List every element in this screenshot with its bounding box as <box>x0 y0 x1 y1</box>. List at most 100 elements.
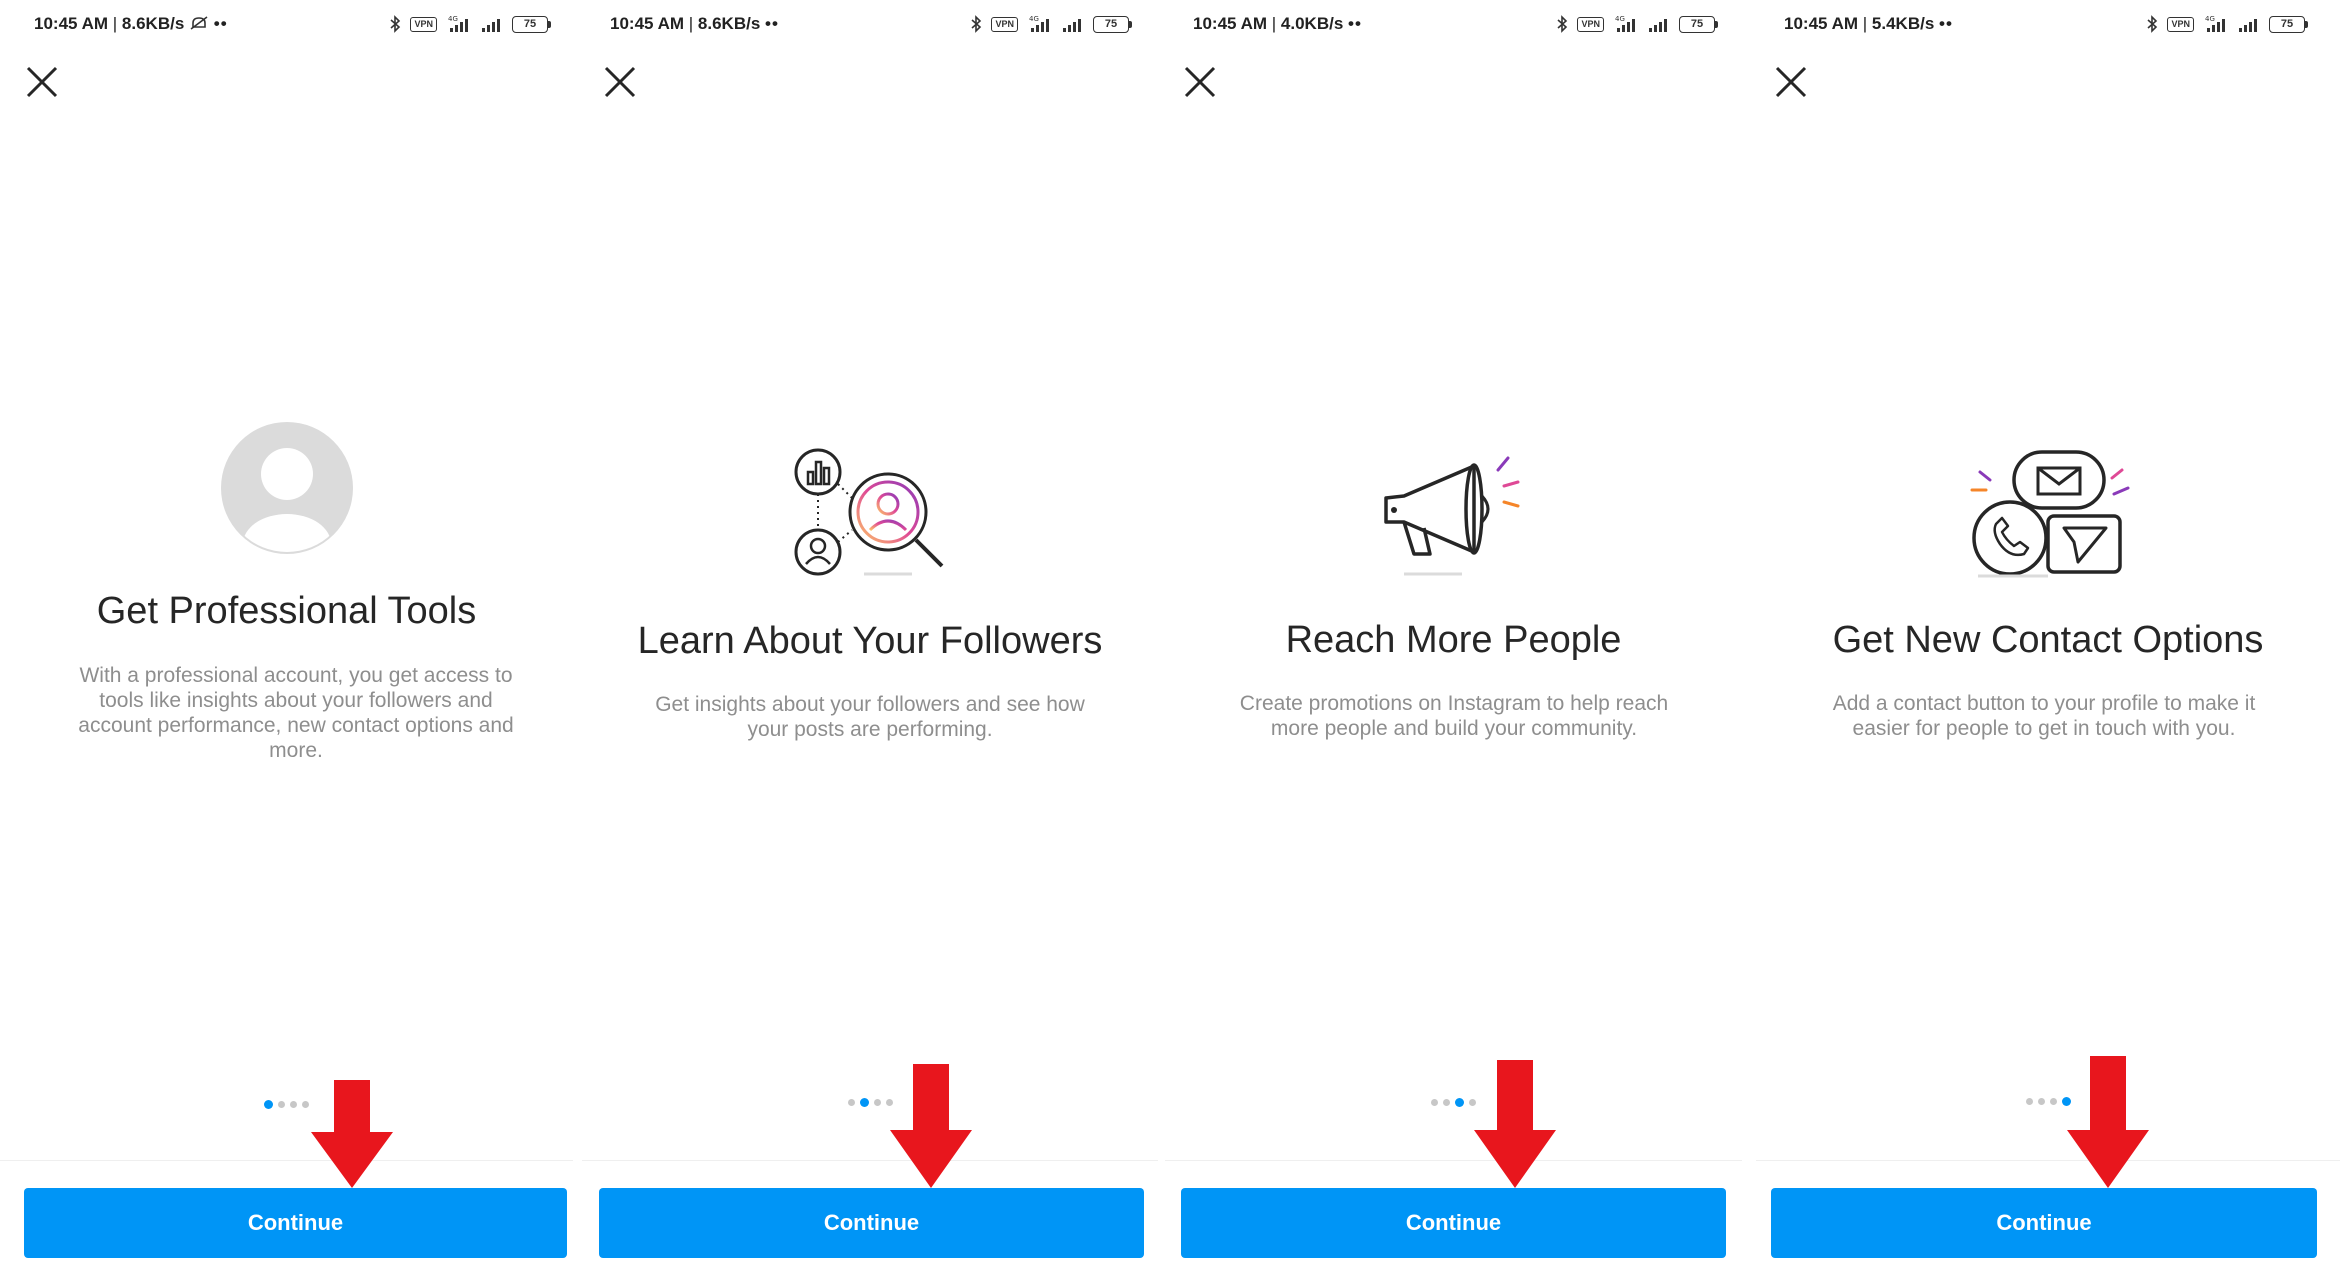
signal-4g-icon: 4G <box>1029 15 1049 32</box>
page-description: Add a contact button to your profile to … <box>1832 692 2256 740</box>
divider <box>1756 1160 2340 1161</box>
more-notifications-icon: •• <box>765 14 779 33</box>
status-time: 10:45 AM <box>1784 14 1859 33</box>
status-time: 10:45 AM <box>34 14 109 33</box>
bluetooth-icon <box>390 15 401 33</box>
svg-text:4G: 4G <box>1029 15 1039 23</box>
page-dot-active <box>1455 1098 1464 1107</box>
page-description: With a professional account, you get acc… <box>78 664 514 762</box>
contact-options-icon <box>1970 450 2130 578</box>
status-bar: 10:45 AM | 4.0KB/s •• VPN 4G 75 <box>1165 12 1742 38</box>
battery-level: 75 <box>1093 15 1129 33</box>
page-dot <box>1443 1099 1450 1106</box>
annotation-arrow-icon <box>890 1064 972 1188</box>
annotation-arrow-icon <box>311 1080 393 1188</box>
page-title: Learn About Your Followers <box>637 620 1103 662</box>
vpn-icon: VPN <box>410 16 437 32</box>
followers-insights-icon <box>794 448 944 576</box>
network-speed: 8.6KB/s <box>697 14 761 33</box>
battery-icon: 75 <box>512 15 551 33</box>
continue-button[interactable]: Continue <box>1181 1188 1726 1258</box>
page-dot <box>873 1099 881 1106</box>
status-time: 10:45 AM <box>610 14 685 33</box>
page-description: Get insights about your followers and se… <box>655 693 1085 741</box>
signal-4g-icon: 4G <box>1615 15 1635 32</box>
signal-icon <box>1063 19 1081 32</box>
battery-level: 75 <box>1679 15 1715 33</box>
hero-illustration <box>1756 446 2340 582</box>
status-bar: 10:45 AM | 8.6KB/s •• VPN 4G 75 <box>582 12 1158 38</box>
battery-level: 75 <box>512 15 548 33</box>
divider <box>582 1160 1158 1161</box>
status-bar: 10:45 AM | 8.6KB/s •• VPN 4G 75 <box>0 12 573 38</box>
megaphone-icon <box>1383 456 1519 576</box>
page-dot <box>278 1101 285 1108</box>
page-dot <box>2049 1098 2057 1105</box>
page-description: Create promotions on Instagram to help r… <box>1239 692 1669 740</box>
continue-button[interactable]: Continue <box>24 1188 567 1258</box>
status-separator: | <box>1862 14 1868 33</box>
status-separator: | <box>112 14 118 33</box>
default-avatar-icon <box>220 422 353 554</box>
page-indicator <box>582 1098 1158 1107</box>
network-speed: 8.6KB/s <box>121 14 185 33</box>
vpn-icon: VPN <box>1577 16 1604 32</box>
annotation-arrow-icon <box>1474 1060 1556 1188</box>
bluetooth-icon <box>1557 15 1568 33</box>
page-dot <box>2025 1098 2033 1105</box>
onboarding-screen-4: 10:45 AM | 5.4KB/s •• VPN 4G 75 Get New … <box>1756 0 2340 1280</box>
more-notifications-icon: •• <box>213 14 228 33</box>
network-speed: 4.0KB/s <box>1280 14 1344 33</box>
page-dot-active <box>264 1100 273 1109</box>
page-dot <box>1431 1099 1438 1106</box>
status-time: 10:45 AM <box>1193 14 1268 33</box>
more-notifications-icon: •• <box>1348 14 1362 33</box>
page-dot-active <box>859 1098 869 1107</box>
page-indicator <box>1165 1098 1742 1107</box>
svg-text:4G: 4G <box>2205 15 2215 23</box>
svg-text:4G: 4G <box>1615 15 1625 23</box>
continue-button[interactable]: Continue <box>1771 1188 2317 1258</box>
more-notifications-icon: •• <box>1939 14 1953 33</box>
continue-button[interactable]: Continue <box>599 1188 1144 1258</box>
hero-illustration <box>1165 446 1742 582</box>
page-dot <box>847 1099 855 1106</box>
screenshot-collage: 10:45 AM | 8.6KB/s •• VPN 4G 75 Get Prof… <box>0 0 2340 1280</box>
hero-illustration <box>0 420 573 556</box>
vpn-icon: VPN <box>991 16 1018 32</box>
signal-icon <box>1649 19 1667 32</box>
signal-4g-icon: 4G <box>2205 15 2225 32</box>
battery-icon: 75 <box>2269 15 2308 33</box>
onboarding-screen-1: 10:45 AM | 8.6KB/s •• VPN 4G 75 Get Prof… <box>0 0 573 1280</box>
svg-text:4G: 4G <box>448 15 458 23</box>
alarm-muted-icon <box>190 16 208 30</box>
battery-level: 75 <box>2269 15 2305 33</box>
page-dot <box>302 1101 309 1108</box>
page-indicator <box>0 1100 573 1109</box>
signal-icon <box>482 19 500 32</box>
status-separator: | <box>1271 14 1277 33</box>
close-icon[interactable] <box>22 62 62 102</box>
battery-icon: 75 <box>1679 15 1718 33</box>
page-title: Get Professional Tools <box>96 590 477 632</box>
onboarding-screen-3: 10:45 AM | 4.0KB/s •• VPN 4G 75 Reach Mo… <box>1165 0 1742 1280</box>
hero-illustration <box>582 446 1158 582</box>
bluetooth-icon <box>971 15 982 33</box>
page-title: Reach More People <box>1285 619 1622 661</box>
page-title: Get New Contact Options <box>1832 619 2264 661</box>
bluetooth-icon <box>2147 15 2158 33</box>
signal-icon <box>2239 19 2257 32</box>
divider <box>1165 1160 1742 1161</box>
close-icon[interactable] <box>1771 62 1811 102</box>
page-dot <box>290 1101 297 1108</box>
battery-icon: 75 <box>1093 15 1132 33</box>
divider <box>0 1160 573 1161</box>
vpn-icon: VPN <box>2167 16 2194 32</box>
status-separator: | <box>688 14 694 33</box>
annotation-arrow-icon <box>2067 1056 2149 1188</box>
signal-4g-icon: 4G <box>448 15 468 32</box>
page-indicator <box>1756 1097 2340 1106</box>
onboarding-screen-2: 10:45 AM | 8.6KB/s •• VPN 4G 75 Learn Ab… <box>582 0 1158 1280</box>
close-icon[interactable] <box>1180 62 1220 102</box>
close-icon[interactable] <box>600 62 640 102</box>
